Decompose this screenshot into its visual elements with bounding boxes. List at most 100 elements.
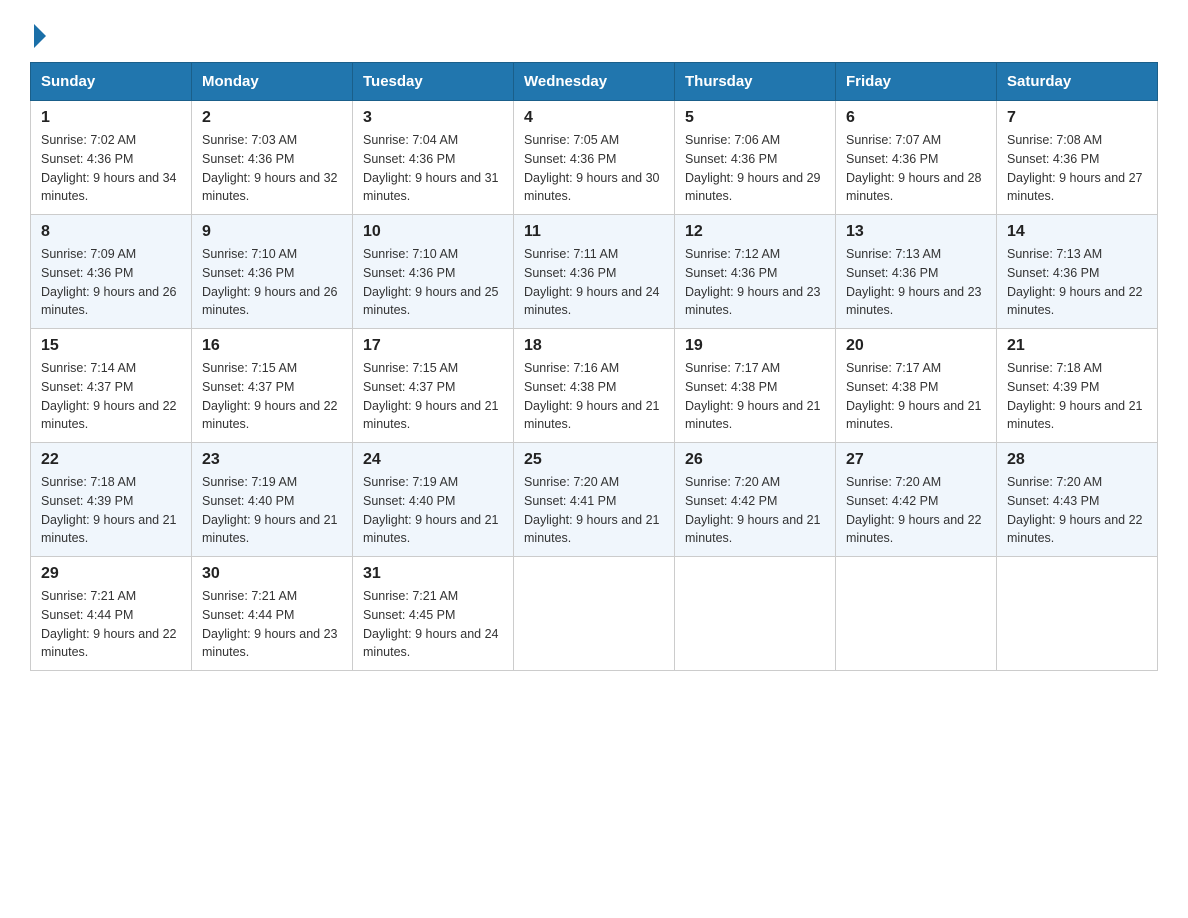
calendar-cell: 9Sunrise: 7:10 AMSunset: 4:36 PMDaylight… <box>192 215 353 329</box>
logo <box>30 20 46 44</box>
day-info: Sunrise: 7:20 AMSunset: 4:42 PMDaylight:… <box>846 473 986 548</box>
calendar-cell: 8 Sunrise: 7:09 AMSunset: 4:36 PMDaylight… <box>31 215 192 329</box>
day-info: Sunrise: 7:09 AMSunset: 4:36 PMDaylight:… <box>41 245 181 320</box>
header-monday: Monday <box>192 63 353 101</box>
day-number: 16 <box>202 337 342 355</box>
calendar-cell: 28 Sunrise: 7:20 AMSunset: 4:43 PMDayligh… <box>997 443 1158 557</box>
header-saturday: Saturday <box>997 63 1158 101</box>
day-number: 28 <box>1007 451 1147 469</box>
calendar-week-row: 8 Sunrise: 7:09 AMSunset: 4:36 PMDaylight… <box>31 215 1158 329</box>
day-info: Sunrise: 7:13 AMSunset: 4:36 PMDaylight:… <box>1007 245 1147 320</box>
day-info: Sunrise: 7:20 AMSunset: 4:41 PMDaylight:… <box>524 473 664 548</box>
calendar-cell: 3 Sunrise: 7:04 AMSunset: 4:36 PMDaylight… <box>353 101 514 215</box>
day-info: Sunrise: 7:04 AMSunset: 4:36 PMDaylight:… <box>363 131 503 206</box>
day-info: Sunrise: 7:03 AMSunset: 4:36 PMDaylight:… <box>202 131 342 206</box>
calendar-cell: 7 Sunrise: 7:08 AMSunset: 4:36 PMDaylight… <box>997 101 1158 215</box>
day-info: Sunrise: 7:13 AMSunset: 4:36 PMDaylight:… <box>846 245 986 320</box>
day-number: 29 <box>41 565 181 583</box>
calendar-cell: 4 Sunrise: 7:05 AMSunset: 4:36 PMDaylight… <box>514 101 675 215</box>
calendar-cell <box>514 557 675 671</box>
day-number: 4 <box>524 109 664 127</box>
day-info: Sunrise: 7:19 AMSunset: 4:40 PMDaylight:… <box>363 473 503 548</box>
day-number: 21 <box>1007 337 1147 355</box>
calendar-cell: 27 Sunrise: 7:20 AMSunset: 4:42 PMDayligh… <box>836 443 997 557</box>
day-number: 8 <box>41 223 181 241</box>
calendar-cell: 17 Sunrise: 7:15 AMSunset: 4:37 PMDayligh… <box>353 329 514 443</box>
calendar-cell: 1Sunrise: 7:02 AMSunset: 4:36 PMDaylight… <box>31 101 192 215</box>
calendar-cell: 15 Sunrise: 7:14 AMSunset: 4:37 PMDayligh… <box>31 329 192 443</box>
calendar-cell: 5Sunrise: 7:06 AMSunset: 4:36 PMDaylight… <box>675 101 836 215</box>
calendar-cell: 10Sunrise: 7:10 AMSunset: 4:36 PMDayligh… <box>353 215 514 329</box>
day-info: Sunrise: 7:19 AMSunset: 4:40 PMDaylight:… <box>202 473 342 548</box>
day-info: Sunrise: 7:08 AMSunset: 4:36 PMDaylight:… <box>1007 131 1147 206</box>
day-info: Sunrise: 7:11 AMSunset: 4:36 PMDaylight:… <box>524 245 664 320</box>
day-info: Sunrise: 7:15 AMSunset: 4:37 PMDaylight:… <box>363 359 503 434</box>
calendar-cell: 18 Sunrise: 7:16 AMSunset: 4:38 PMDayligh… <box>514 329 675 443</box>
day-number: 20 <box>846 337 986 355</box>
day-number: 11 <box>524 223 664 241</box>
calendar-cell: 11 Sunrise: 7:11 AMSunset: 4:36 PMDayligh… <box>514 215 675 329</box>
day-info: Sunrise: 7:15 AMSunset: 4:37 PMDaylight:… <box>202 359 342 434</box>
calendar-cell: 14Sunrise: 7:13 AMSunset: 4:36 PMDayligh… <box>997 215 1158 329</box>
day-number: 25 <box>524 451 664 469</box>
logo-arrow-icon <box>34 24 46 48</box>
day-number: 27 <box>846 451 986 469</box>
day-info: Sunrise: 7:20 AMSunset: 4:43 PMDaylight:… <box>1007 473 1147 548</box>
day-number: 18 <box>524 337 664 355</box>
day-number: 23 <box>202 451 342 469</box>
day-info: Sunrise: 7:18 AMSunset: 4:39 PMDaylight:… <box>1007 359 1147 434</box>
day-info: Sunrise: 7:12 AMSunset: 4:36 PMDaylight:… <box>685 245 825 320</box>
day-number: 22 <box>41 451 181 469</box>
header-thursday: Thursday <box>675 63 836 101</box>
calendar-table: SundayMondayTuesdayWednesdayThursdayFrid… <box>30 62 1158 671</box>
calendar-cell: 26Sunrise: 7:20 AMSunset: 4:42 PMDayligh… <box>675 443 836 557</box>
day-number: 10 <box>363 223 503 241</box>
calendar-cell: 30 Sunrise: 7:21 AMSunset: 4:44 PMDayligh… <box>192 557 353 671</box>
calendar-cell: 16 Sunrise: 7:15 AMSunset: 4:37 PMDayligh… <box>192 329 353 443</box>
calendar-cell: 19 Sunrise: 7:17 AMSunset: 4:38 PMDayligh… <box>675 329 836 443</box>
day-number: 7 <box>1007 109 1147 127</box>
day-number: 24 <box>363 451 503 469</box>
calendar-week-row: 29 Sunrise: 7:21 AMSunset: 4:44 PMDayligh… <box>31 557 1158 671</box>
day-number: 1 <box>41 109 181 127</box>
calendar-week-row: 15 Sunrise: 7:14 AMSunset: 4:37 PMDayligh… <box>31 329 1158 443</box>
day-info: Sunrise: 7:10 AMSunset: 4:36 PMDaylight:… <box>202 245 342 320</box>
day-info: Sunrise: 7:14 AMSunset: 4:37 PMDaylight:… <box>41 359 181 434</box>
calendar-cell: 12 Sunrise: 7:12 AMSunset: 4:36 PMDayligh… <box>675 215 836 329</box>
day-number: 26 <box>685 451 825 469</box>
day-info: Sunrise: 7:18 AMSunset: 4:39 PMDaylight:… <box>41 473 181 548</box>
calendar-cell: 20 Sunrise: 7:17 AMSunset: 4:38 PMDayligh… <box>836 329 997 443</box>
calendar-cell: 31 Sunrise: 7:21 AMSunset: 4:45 PMDayligh… <box>353 557 514 671</box>
header-wednesday: Wednesday <box>514 63 675 101</box>
calendar-cell <box>675 557 836 671</box>
header-tuesday: Tuesday <box>353 63 514 101</box>
day-number: 30 <box>202 565 342 583</box>
calendar-cell <box>836 557 997 671</box>
day-number: 17 <box>363 337 503 355</box>
calendar-header-row: SundayMondayTuesdayWednesdayThursdayFrid… <box>31 63 1158 101</box>
calendar-cell: 2Sunrise: 7:03 AMSunset: 4:36 PMDaylight… <box>192 101 353 215</box>
day-info: Sunrise: 7:17 AMSunset: 4:38 PMDaylight:… <box>846 359 986 434</box>
day-number: 3 <box>363 109 503 127</box>
day-info: Sunrise: 7:16 AMSunset: 4:38 PMDaylight:… <box>524 359 664 434</box>
calendar-cell: 23 Sunrise: 7:19 AMSunset: 4:40 PMDayligh… <box>192 443 353 557</box>
calendar-cell: 22 Sunrise: 7:18 AMSunset: 4:39 PMDayligh… <box>31 443 192 557</box>
day-number: 15 <box>41 337 181 355</box>
header-sunday: Sunday <box>31 63 192 101</box>
calendar-cell: 25 Sunrise: 7:20 AMSunset: 4:41 PMDayligh… <box>514 443 675 557</box>
day-info: Sunrise: 7:21 AMSunset: 4:44 PMDaylight:… <box>202 587 342 662</box>
day-number: 31 <box>363 565 503 583</box>
day-number: 12 <box>685 223 825 241</box>
day-info: Sunrise: 7:21 AMSunset: 4:45 PMDaylight:… <box>363 587 503 662</box>
day-number: 19 <box>685 337 825 355</box>
calendar-cell: 6 Sunrise: 7:07 AMSunset: 4:36 PMDaylight… <box>836 101 997 215</box>
day-info: Sunrise: 7:17 AMSunset: 4:38 PMDaylight:… <box>685 359 825 434</box>
calendar-cell <box>997 557 1158 671</box>
day-info: Sunrise: 7:21 AMSunset: 4:44 PMDaylight:… <box>41 587 181 662</box>
day-number: 5 <box>685 109 825 127</box>
day-number: 6 <box>846 109 986 127</box>
day-info: Sunrise: 7:05 AMSunset: 4:36 PMDaylight:… <box>524 131 664 206</box>
calendar-cell: 13Sunrise: 7:13 AMSunset: 4:36 PMDayligh… <box>836 215 997 329</box>
day-info: Sunrise: 7:07 AMSunset: 4:36 PMDaylight:… <box>846 131 986 206</box>
calendar-week-row: 1Sunrise: 7:02 AMSunset: 4:36 PMDaylight… <box>31 101 1158 215</box>
